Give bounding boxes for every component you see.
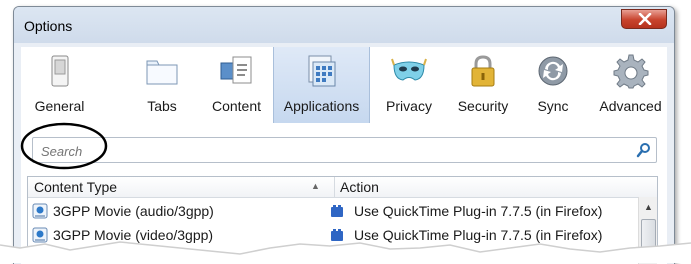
movie-file-icon <box>32 203 48 219</box>
close-icon <box>638 13 652 25</box>
list-header: Content Type ▲ Action <box>28 177 657 198</box>
column-header-content-type[interactable]: Content Type <box>34 179 117 195</box>
movie-file-icon <box>32 227 48 243</box>
tab-privacy-label: Privacy <box>386 98 432 114</box>
sort-ascending-icon: ▲ <box>311 181 320 191</box>
content-type-label: 3GPP Movie (audio/3gpp) <box>53 203 214 219</box>
sync-icon <box>538 56 568 86</box>
tab-sync[interactable]: Sync <box>531 47 575 123</box>
tab-general-label: General <box>34 98 85 114</box>
action-label[interactable]: Use QuickTime Plug-in 7.7.5 (in Firefox) <box>354 203 602 219</box>
column-divider[interactable] <box>334 177 335 197</box>
tab-privacy[interactable]: Privacy <box>377 47 441 123</box>
content-icon <box>220 56 251 84</box>
gear-icon <box>613 54 648 89</box>
tab-content[interactable]: Content <box>199 47 274 123</box>
content-type-label: 3GPP Movie (video/3gpp) <box>53 227 214 243</box>
tab-tabs[interactable]: Tabs <box>133 47 191 123</box>
tab-security-label: Security <box>457 98 509 114</box>
list-scrollbar[interactable]: ▲ <box>638 197 657 264</box>
action-label[interactable]: Use QuickTime Plug-in 7.7.5 (in Firefox) <box>354 227 602 243</box>
mask-icon <box>391 58 427 81</box>
tab-security[interactable]: Security <box>448 47 518 123</box>
title-bar[interactable]: Options <box>14 7 674 43</box>
search-box[interactable] <box>32 137 657 163</box>
scrollbar-thumb[interactable] <box>641 219 656 259</box>
options-toolbar: General Tabs Content Applications Privac… <box>21 47 667 123</box>
column-header-action[interactable]: Action <box>340 179 379 195</box>
switch-icon <box>51 55 68 87</box>
tab-sync-label: Sync <box>537 98 569 114</box>
search-input[interactable] <box>39 141 603 161</box>
table-row[interactable]: 3GPP Movie (audio/3gpp) Use QuickTime Pl… <box>28 199 637 223</box>
tab-advanced-label: Advanced <box>599 98 662 114</box>
window-title: Options <box>24 18 73 34</box>
padlock-icon <box>471 55 495 87</box>
tab-tabs-label: Tabs <box>147 98 177 114</box>
tab-applications-label: Applications <box>283 98 360 114</box>
tabs-icon <box>146 60 178 85</box>
plugin-icon <box>331 229 343 241</box>
content-type-list: Content Type ▲ Action 3GPP Movie (audio/… <box>27 176 658 264</box>
tab-applications[interactable]: Applications <box>273 47 370 123</box>
search-icon[interactable] <box>636 142 652 158</box>
tab-advanced[interactable]: Advanced <box>594 47 667 123</box>
applications-icon <box>308 55 335 87</box>
tab-content-label: Content <box>211 98 262 114</box>
table-row[interactable]: 3GPP Movie (video/3gpp) Use QuickTime Pl… <box>28 223 637 247</box>
close-button[interactable] <box>621 9 667 29</box>
plugin-icon <box>331 205 343 217</box>
scroll-up-arrow-icon[interactable]: ▲ <box>644 202 653 212</box>
tab-general[interactable]: General <box>21 47 98 123</box>
